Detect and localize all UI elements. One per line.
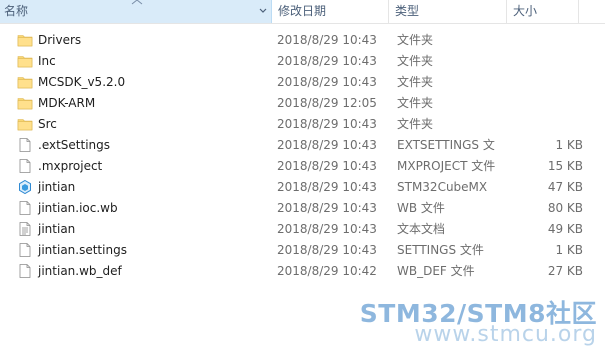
column-header-date[interactable]: 修改日期 (272, 0, 389, 23)
file-row[interactable]: Drivers 2018/8/29 10:43 文件夹 (0, 30, 605, 51)
file-row[interactable]: jintian.ioc.wb 2018/8/29 10:43 WB 文件 80 KB (0, 198, 605, 219)
file-name: jintian (38, 180, 76, 194)
file-type: MXPROJECT 文件 (397, 159, 496, 173)
column-header-type-label: 类型 (395, 4, 420, 18)
file-date: 2018/8/29 10:43 (277, 138, 377, 152)
file-size: 47 KB (547, 180, 583, 194)
file-icon (17, 263, 33, 279)
file-row[interactable]: .mxproject 2018/8/29 10:43 MXPROJECT 文件 15 … (0, 156, 605, 177)
file-type: 文本文档 (397, 222, 446, 236)
file-type: 文件夹 (397, 75, 434, 89)
file-name: Inc (38, 54, 56, 68)
file-date: 2018/8/29 10:43 (277, 222, 377, 236)
file-type: EXTSETTINGS 文 (397, 138, 495, 152)
column-header-size[interactable]: 大小 (507, 0, 579, 23)
file-name: Src (38, 117, 57, 131)
folder-icon (17, 95, 33, 111)
column-header-size-label: 大小 (513, 4, 538, 18)
file-type: SETTINGS 文件 (397, 243, 484, 257)
file-icon (17, 242, 33, 258)
file-type: 文件夹 (397, 96, 434, 110)
file-date: 2018/8/29 10:43 (277, 75, 377, 89)
folder-icon (17, 32, 33, 48)
file-type: STM32CubeMX (397, 180, 488, 194)
file-date: 2018/8/29 10:43 (277, 54, 377, 68)
file-size: 49 KB (547, 222, 583, 236)
sort-ascending-icon (131, 0, 143, 5)
file-row[interactable]: jintian.wb_def 2018/8/29 10:42 WB_DEF 文件 27… (0, 261, 605, 282)
watermark-url: www.stmcu.org (414, 322, 597, 347)
file-icon (17, 158, 33, 174)
folder-icon (17, 74, 33, 90)
file-row[interactable]: jintian 2018/8/29 10:43 文本文档 49 KB (0, 219, 605, 240)
file-date: 2018/8/29 10:43 (277, 201, 377, 215)
file-row[interactable]: Inc 2018/8/29 10:43 文件夹 (0, 51, 605, 72)
file-size: 1 KB (555, 138, 583, 152)
file-date: 2018/8/29 10:43 (277, 243, 377, 257)
file-name: jintian.settings (38, 243, 127, 257)
file-size: 80 KB (547, 201, 583, 215)
file-date: 2018/8/29 12:05 (277, 96, 377, 110)
cubemx-icon (17, 179, 33, 195)
file-date: 2018/8/29 10:43 (277, 117, 377, 131)
file-date: 2018/8/29 10:43 (277, 159, 377, 173)
file-date: 2018/8/29 10:42 (277, 264, 377, 278)
text-document-icon (17, 221, 33, 237)
folder-icon (17, 116, 33, 132)
file-type: 文件夹 (397, 54, 434, 68)
file-row[interactable]: MCSDK_v5.2.0 2018/8/29 10:43 文件夹 (0, 72, 605, 93)
file-type: 文件夹 (397, 33, 434, 47)
file-row[interactable]: jintian 2018/8/29 10:43 STM32CubeMX 47 KB (0, 177, 605, 198)
file-row[interactable]: Src 2018/8/29 10:43 文件夹 (0, 114, 605, 135)
file-row[interactable]: .extSettings 2018/8/29 10:43 EXTSETTINGS 文… (0, 135, 605, 156)
column-header-bar: 名称 修改日期 类型 大小 (0, 0, 605, 24)
file-name: MDK-ARM (38, 96, 96, 110)
column-header-name-label: 名称 (4, 4, 29, 18)
column-header-date-label: 修改日期 (278, 4, 327, 18)
file-size: 15 KB (547, 159, 583, 173)
file-row[interactable]: jintian.settings 2018/8/29 10:43 SETTINGS … (0, 240, 605, 261)
file-name: jintian.wb_def (38, 264, 122, 278)
file-type: 文件夹 (397, 117, 434, 131)
file-type: WB 文件 (397, 201, 445, 215)
file-size: 27 KB (547, 264, 583, 278)
file-date: 2018/8/29 10:43 (277, 33, 377, 47)
file-name: MCSDK_v5.2.0 (38, 75, 126, 89)
file-list: Drivers 2018/8/29 10:43 文件夹 Inc 2018/8/29 10… (0, 30, 605, 282)
file-name: jintian.ioc.wb (38, 201, 118, 215)
file-date: 2018/8/29 10:43 (277, 180, 377, 194)
file-icon (17, 137, 33, 153)
folder-icon (17, 53, 33, 69)
chevron-down-icon[interactable] (258, 6, 268, 16)
column-header-name[interactable]: 名称 (0, 0, 272, 23)
file-type: WB_DEF 文件 (397, 264, 475, 278)
file-name: Drivers (38, 33, 82, 47)
file-name: .extSettings (38, 138, 111, 152)
file-name: jintian (38, 222, 76, 236)
file-row[interactable]: MDK-ARM 2018/8/29 12:05 文件夹 (0, 93, 605, 114)
file-size: 1 KB (555, 243, 583, 257)
file-name: .mxproject (38, 159, 103, 173)
file-icon (17, 200, 33, 216)
column-header-type[interactable]: 类型 (389, 0, 507, 23)
